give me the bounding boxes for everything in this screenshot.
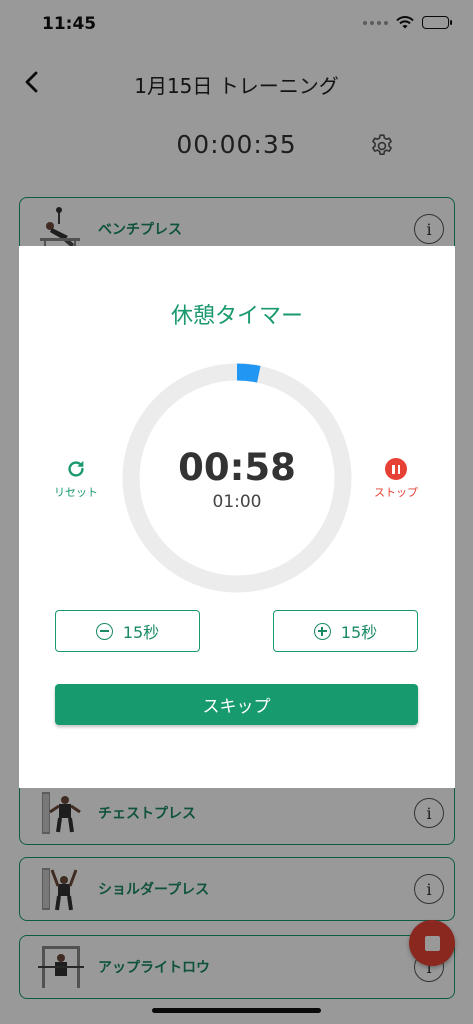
plus-15s-button[interactable]: 15秒 xyxy=(273,610,418,652)
minus-15s-button[interactable]: 15秒 xyxy=(55,610,200,652)
reset-button[interactable]: リセット xyxy=(36,458,116,500)
timer-remaining: 00:58 xyxy=(178,446,296,489)
timer-total: 01:00 xyxy=(212,492,262,512)
refresh-icon xyxy=(68,460,84,477)
rest-timer-dialog: 休憩タイマー 00:58 01:00 リセット ストップ 15秒 15秒 スキッ… xyxy=(19,246,455,788)
reset-label: リセット xyxy=(54,486,98,499)
plus-circle-icon xyxy=(313,622,331,640)
stop-label: ストップ xyxy=(374,486,418,499)
minus-circle-icon xyxy=(95,622,113,640)
minus-15s-label: 15秒 xyxy=(122,623,160,642)
stop-button[interactable]: ストップ xyxy=(356,458,436,500)
skip-button[interactable]: スキップ xyxy=(55,684,418,725)
dialog-title: 休憩タイマー xyxy=(170,304,303,329)
pause-icon xyxy=(385,458,407,480)
plus-15s-label: 15秒 xyxy=(340,623,378,642)
